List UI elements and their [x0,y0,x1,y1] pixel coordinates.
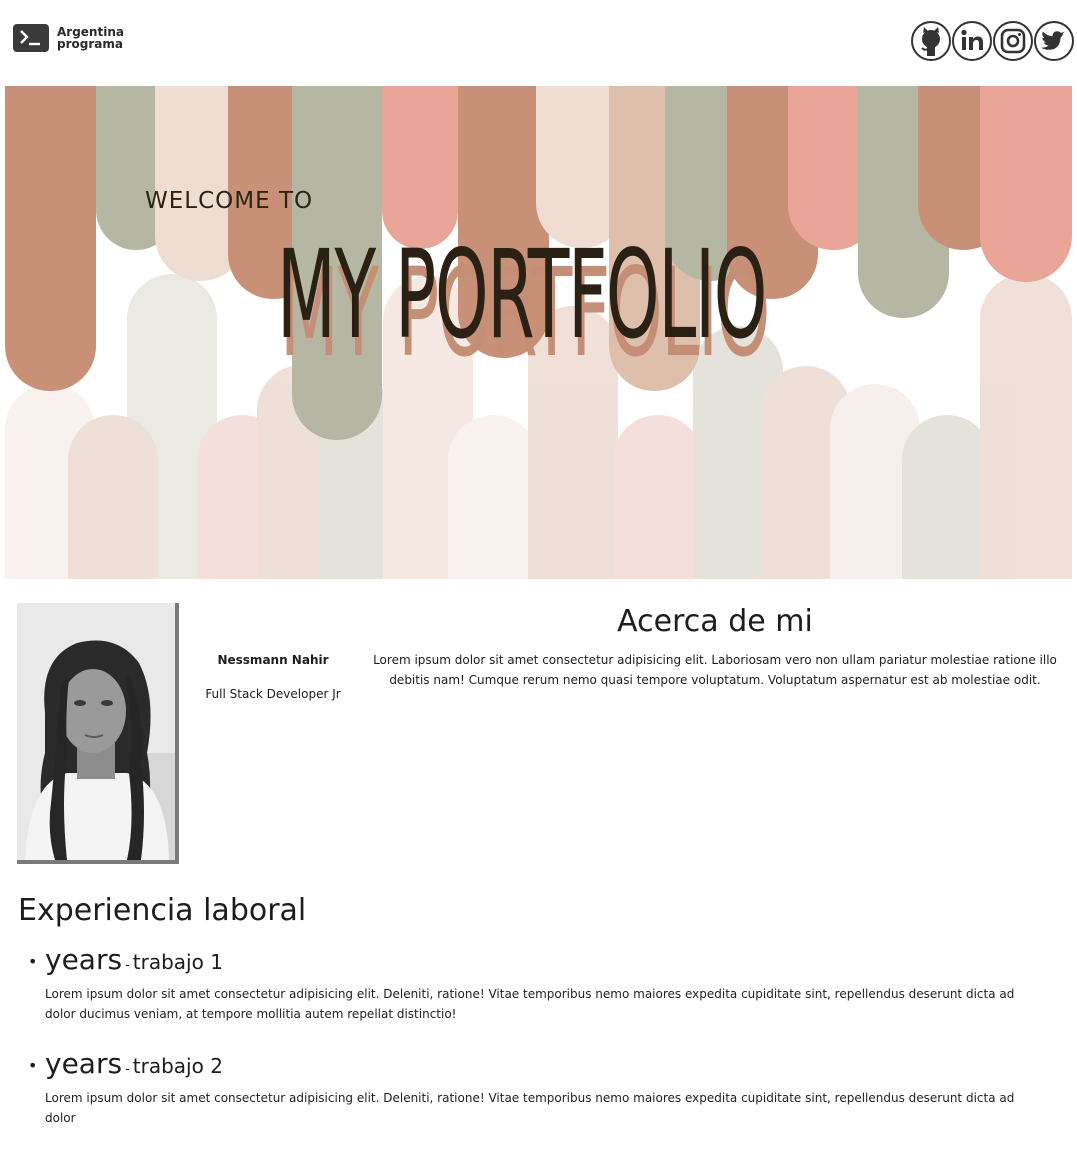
terminal-icon [13,24,49,52]
hero-welcome-text: WELCOME TO [145,188,314,214]
linkedin-icon [961,29,983,50]
experience-item-header: years-trabajo 1 [45,942,1048,984]
github-icon [921,27,940,56]
brand-name: Argentina programa [57,26,124,50]
profile-role: Full Stack Developer Jr [205,687,341,701]
profile-photo [17,603,179,864]
experience-separator: - [125,958,130,973]
instagram-icon [1000,28,1026,54]
social-links [911,21,1074,61]
about-text: Lorem ipsum dolor sit amet consectetur a… [373,653,1057,687]
instagram-link[interactable] [993,21,1033,61]
twitter-link[interactable] [1034,21,1074,61]
experience-job: trabajo 2 [132,1054,223,1078]
experience-years: years [45,1047,123,1080]
experience-job: trabajo 1 [132,950,223,974]
brand-logo[interactable]: Argentina programa [13,24,124,52]
hero-title: MY PORTFOLIO [277,224,767,366]
twitter-icon [1041,31,1065,50]
experience-description: Lorem ipsum dolor sit amet consectetur a… [45,1091,1015,1125]
experience-title: Experiencia laboral [18,893,307,928]
hero-banner: WELCOME TO MY PORTFOLIO MY PORTFOLIO [5,86,1072,579]
linkedin-link[interactable] [952,21,992,61]
experience-item-header: years-trabajo 2 [45,1046,1048,1088]
brand-name-line2: programa [57,37,123,51]
experience-item: years-trabajo 2 Lorem ipsum dolor sit am… [28,1046,1048,1128]
github-link[interactable] [911,21,951,61]
about-title: Acerca de mi [617,604,813,639]
profile-name: Nessmann Nahir [217,653,329,667]
experience-description: Lorem ipsum dolor sit amet consectetur a… [45,987,1015,1021]
experience-separator: - [125,1062,130,1077]
experience-list: years-trabajo 1 Lorem ipsum dolor sit am… [28,942,1048,1150]
person-portrait [17,603,175,860]
experience-years: years [45,943,123,976]
experience-item: years-trabajo 1 Lorem ipsum dolor sit am… [28,942,1048,1024]
